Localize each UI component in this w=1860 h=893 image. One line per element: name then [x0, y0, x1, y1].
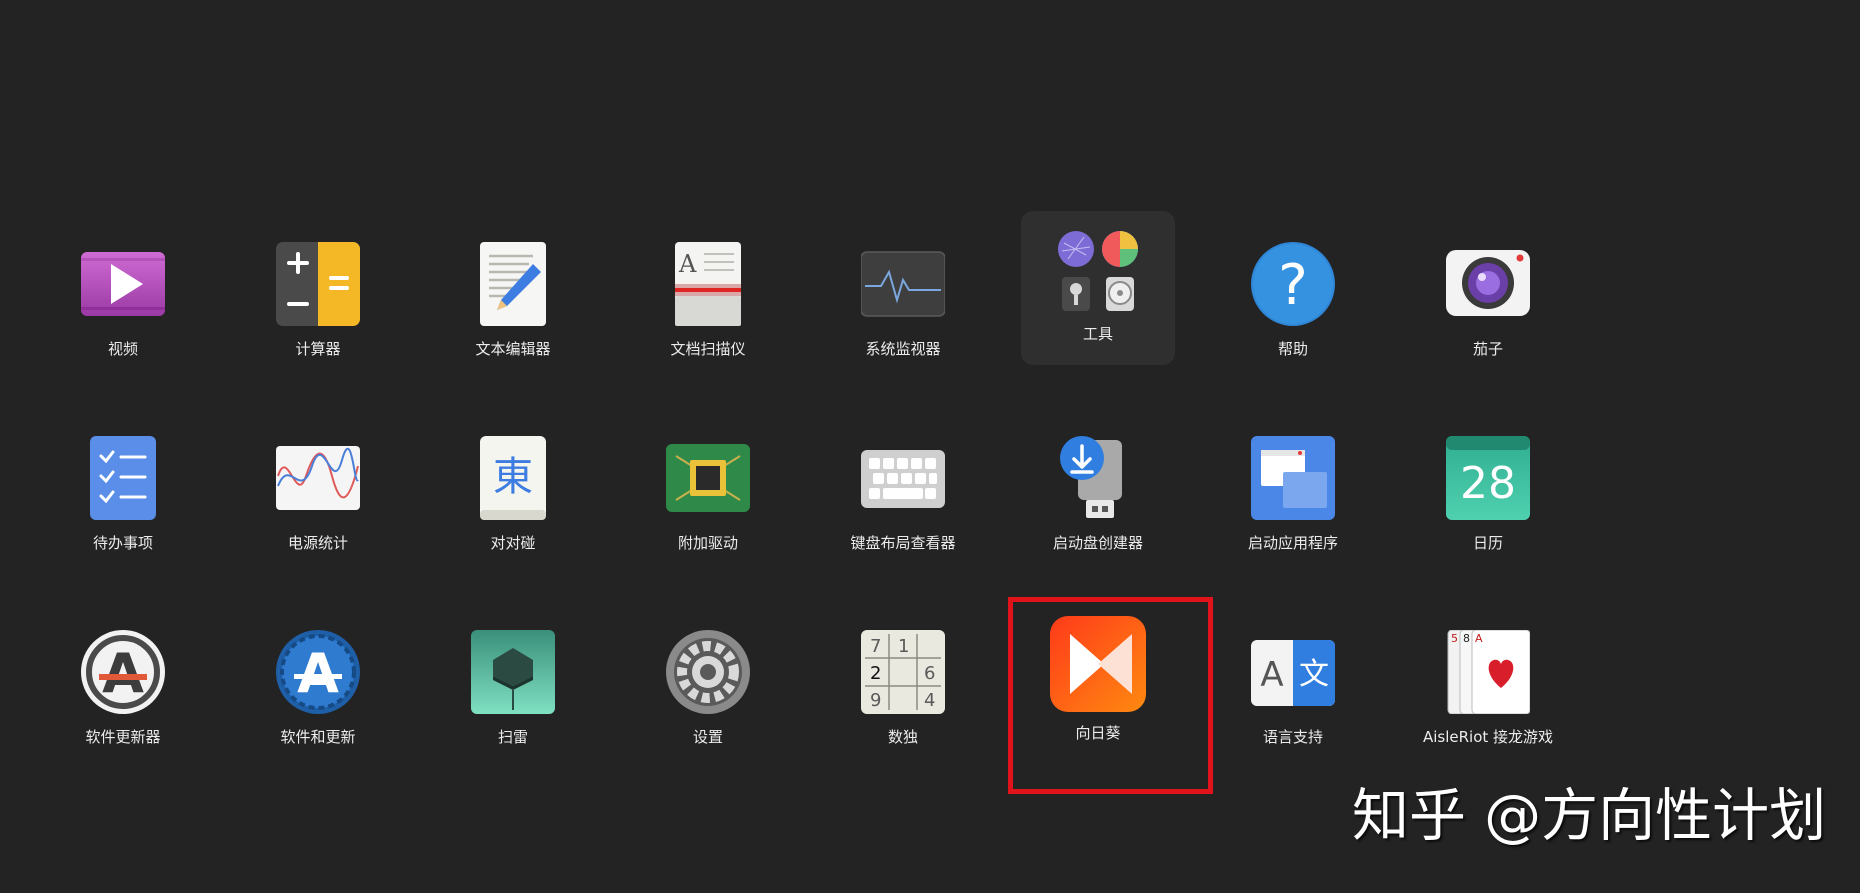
app-tile-text-editor[interactable]: 文本编辑器	[433, 218, 593, 378]
app-tile-mines[interactable]: 扫雷	[433, 606, 593, 766]
app-label: 软件和更新	[280, 728, 356, 746]
app-label: 文本编辑器	[475, 340, 551, 358]
app-label: 视频	[107, 340, 138, 358]
playing-cards-icon: 5 8 A	[1446, 630, 1530, 714]
sudoku-digit: 1	[898, 636, 909, 657]
card-rank: A	[1475, 632, 1483, 645]
app-label: 茄子	[1472, 340, 1503, 358]
app-tile-cheese[interactable]: 茄子	[1408, 218, 1568, 378]
gear-icon	[666, 630, 750, 714]
sudoku-digit: 9	[870, 690, 881, 711]
app-label: 启动盘创建器	[1052, 534, 1143, 552]
updater-glyph: A	[102, 642, 144, 705]
camera-icon	[1446, 242, 1530, 326]
app-tile-software-properties[interactable]: A 软件和更新	[238, 606, 398, 766]
mahjongg-tile-icon: 東	[471, 436, 555, 520]
app-label: 文档扫描仪	[670, 340, 746, 358]
startup-windows-icon	[1251, 436, 1335, 520]
app-label: 计算器	[295, 340, 341, 358]
app-tile-power-statistics[interactable]: 电源统计	[238, 412, 398, 572]
app-tile-document-scanner[interactable]: A 文档扫描仪	[628, 218, 788, 378]
app-label: 扫雷	[497, 728, 528, 746]
calculator-icon	[276, 242, 360, 326]
video-player-icon	[81, 242, 165, 326]
app-label: AisleRiot 接龙游戏	[1422, 728, 1554, 746]
app-tile-calendar[interactable]: 28 日历	[1408, 412, 1568, 572]
sudoku-icon: 7 1 2 6 9 4	[861, 630, 945, 714]
app-label: 系统监视器	[865, 340, 941, 358]
keyboard-icon	[861, 436, 945, 520]
app-label: 语言支持	[1262, 728, 1323, 746]
svg-text:?: ?	[1278, 253, 1308, 318]
app-label: 附加驱动	[677, 534, 738, 552]
language-glyph-wen: 文	[1299, 657, 1329, 692]
language-glyph-a: A	[1260, 655, 1283, 695]
app-label: 日历	[1472, 534, 1503, 552]
app-tile-aisleriot[interactable]: 5 8 A AisleRiot 接龙游戏	[1408, 606, 1568, 766]
app-label: 待办事项	[92, 534, 153, 552]
calendar-icon: 28	[1446, 436, 1530, 520]
properties-glyph: A	[297, 642, 339, 705]
highlight-box	[1008, 597, 1213, 794]
language-icon: A 文	[1251, 630, 1335, 714]
app-folder-tools[interactable]: 工具	[1021, 211, 1175, 365]
system-monitor-icon	[861, 242, 945, 326]
sudoku-digit: 2	[870, 663, 881, 684]
app-tile-settings[interactable]: 设置	[628, 606, 788, 766]
calendar-day-text: 28	[1460, 458, 1516, 509]
app-tile-video[interactable]: 视频	[43, 218, 203, 378]
svg-text:A: A	[678, 250, 697, 278]
software-properties-icon: A	[276, 630, 360, 714]
sudoku-digit: 4	[924, 690, 935, 711]
app-label: 电源统计	[287, 534, 348, 552]
app-grid: 视频 计算器 文本编辑器 A 文档扫描仪 系统监视器 工具 ? 帮助 茄子 待办…	[0, 0, 1860, 893]
sudoku-digit: 7	[870, 636, 881, 657]
app-label: 对对碰	[490, 534, 536, 552]
app-tile-mahjongg[interactable]: 東 对对碰	[433, 412, 593, 572]
app-label: 帮助	[1277, 340, 1308, 358]
sudoku-digit: 6	[924, 663, 935, 684]
app-label: 键盘布局查看器	[850, 534, 956, 552]
power-statistics-icon	[276, 436, 360, 520]
app-label: 设置	[692, 728, 723, 746]
watermark-text: 知乎 @方向性计划	[1352, 783, 1827, 849]
document-scanner-icon: A	[666, 242, 750, 326]
todo-checklist-icon	[81, 436, 165, 520]
app-tile-keyboard-layout[interactable]: 键盘布局查看器	[823, 412, 983, 572]
mine-icon	[471, 630, 555, 714]
svg-text:東: 東	[493, 454, 533, 500]
app-label: 工具	[1082, 325, 1113, 343]
app-label: 数独	[887, 728, 918, 746]
app-label: 启动应用程序	[1247, 534, 1338, 552]
app-tile-language-support[interactable]: A 文 语言支持	[1213, 606, 1373, 766]
app-tile-todo[interactable]: 待办事项	[43, 412, 203, 572]
app-tile-sudoku[interactable]: 7 1 2 6 9 4 数独	[823, 606, 983, 766]
app-label: 软件更新器	[85, 728, 161, 746]
app-tile-startup-disk-creator[interactable]: 启动盘创建器	[1018, 412, 1178, 572]
software-updater-icon: A	[81, 630, 165, 714]
help-icon: ?	[1251, 242, 1335, 326]
card-rank: 8	[1463, 632, 1470, 645]
app-tile-software-updater[interactable]: A 软件更新器	[43, 606, 203, 766]
folder-icon	[1056, 229, 1140, 313]
app-tile-system-monitor[interactable]: 系统监视器	[823, 218, 983, 378]
chip-icon	[666, 436, 750, 520]
usb-download-icon	[1056, 436, 1140, 520]
card-rank: 5	[1451, 632, 1458, 645]
text-editor-icon	[471, 242, 555, 326]
app-tile-calculator[interactable]: 计算器	[238, 218, 398, 378]
app-tile-additional-drivers[interactable]: 附加驱动	[628, 412, 788, 572]
app-tile-help[interactable]: ? 帮助	[1213, 218, 1373, 378]
app-tile-startup-applications[interactable]: 启动应用程序	[1213, 412, 1373, 572]
